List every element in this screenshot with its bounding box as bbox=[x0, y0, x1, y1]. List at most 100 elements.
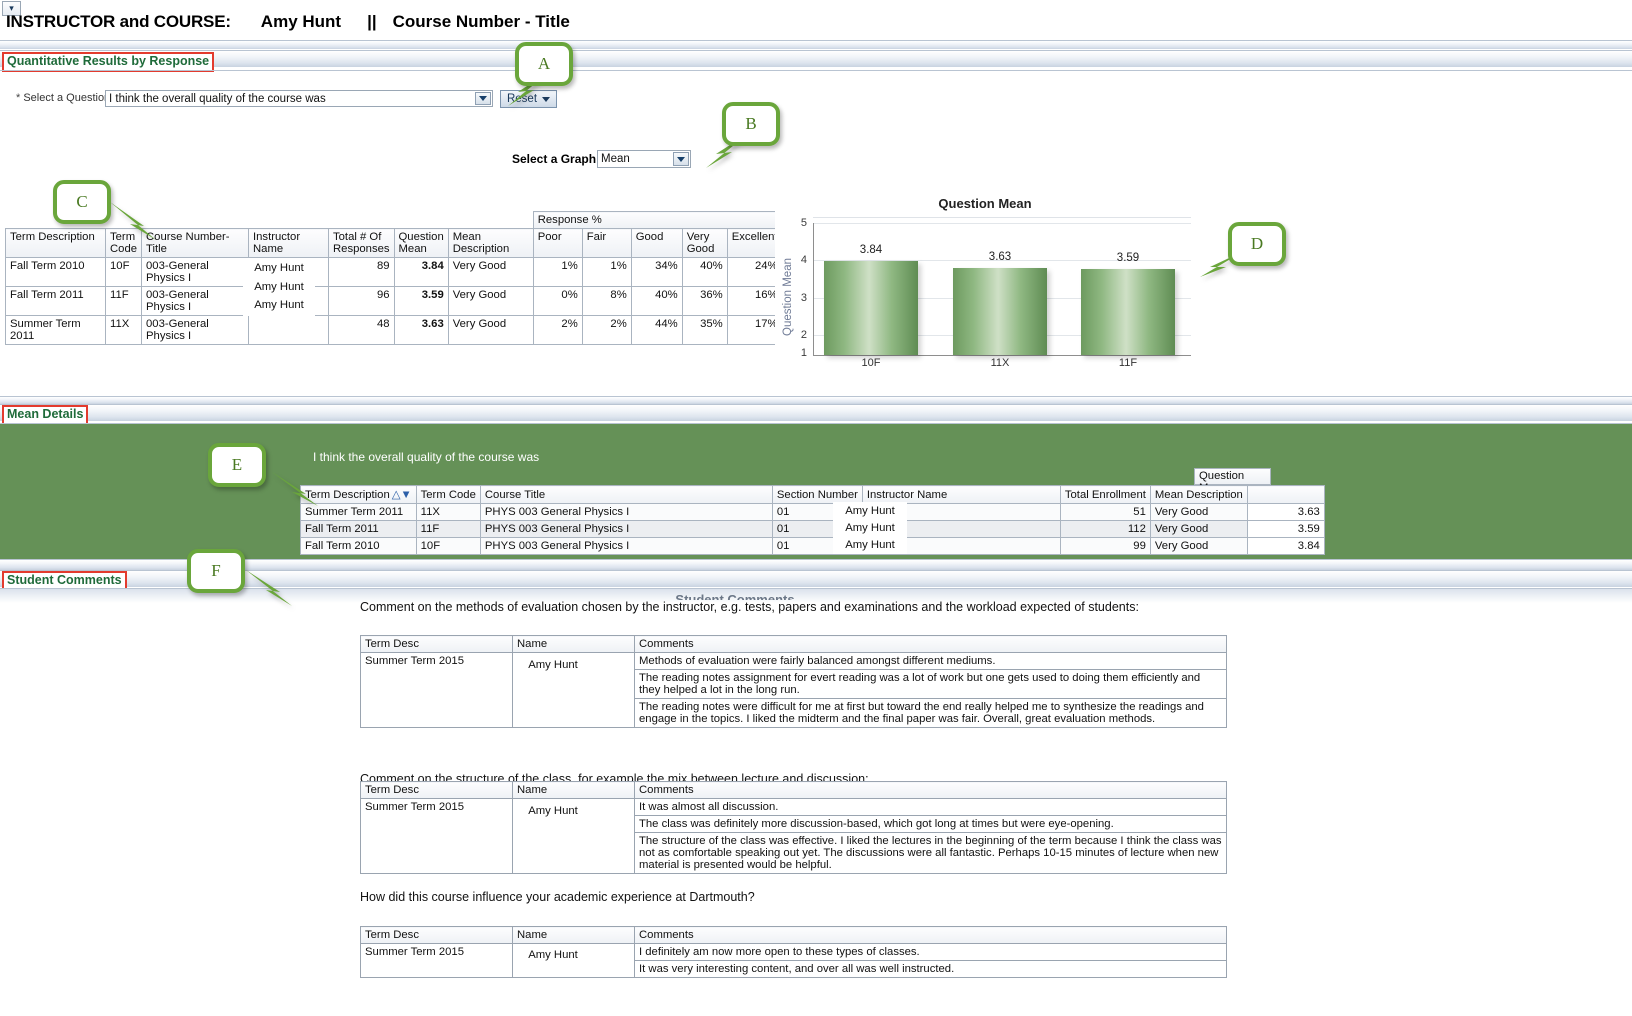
comments-header-row: Term Desc Name Comments bbox=[361, 636, 1227, 653]
quant-band-bottom bbox=[0, 70, 1632, 71]
cell-question-mean: 3.59 bbox=[1247, 521, 1324, 538]
col-term-desc[interactable]: Term Desc bbox=[361, 782, 513, 799]
cell-question-mean: 3.59 bbox=[394, 287, 448, 316]
comments-body-1: Summer Term 2015 Methods of evaluation w… bbox=[361, 653, 1227, 728]
comments-body-2: Summer Term 2015 It was almost all discu… bbox=[361, 799, 1227, 874]
col-name[interactable]: Name bbox=[513, 927, 635, 944]
instructor-name-overlay: Amy Hunt bbox=[243, 258, 315, 279]
table-row: Summer Term 2015 It was almost all discu… bbox=[361, 799, 1227, 816]
chart-bar[interactable] bbox=[824, 261, 918, 355]
chart-bar[interactable] bbox=[1081, 269, 1175, 355]
cell-term-desc: Summer Term 2015 bbox=[361, 944, 513, 978]
cell-total-enrollment: 112 bbox=[1060, 521, 1150, 538]
cell-question-mean: 3.84 bbox=[394, 258, 448, 287]
chart-x-axis bbox=[813, 355, 1191, 356]
cell-comment: The reading notes assignment for evert r… bbox=[635, 670, 1227, 699]
col-fair[interactable]: Fair bbox=[582, 229, 631, 258]
chart-bar[interactable] bbox=[953, 268, 1047, 355]
comments-header-row: Term Desc Name Comments bbox=[361, 782, 1227, 799]
col-mean-description[interactable]: Mean Description bbox=[1150, 486, 1247, 504]
graph-dropdown[interactable]: Mean bbox=[597, 150, 691, 168]
cell-comment: The structure of the class was effective… bbox=[635, 833, 1227, 874]
cell-course-title: PHYS 003 General Physics I bbox=[480, 521, 772, 538]
cell-term-description: Summer Term 2011 bbox=[6, 316, 106, 345]
cell-term-description: Fall Term 2011 bbox=[301, 521, 417, 538]
col-comments[interactable]: Comments bbox=[635, 782, 1227, 799]
callout-c-label: C bbox=[76, 192, 87, 212]
table-row: Summer Term 2011 11X 003-General Physics… bbox=[6, 316, 783, 345]
chart-y-tick: 3 bbox=[793, 292, 807, 304]
col-total-enrollment[interactable]: Total Enrollment bbox=[1060, 486, 1150, 504]
quant-band bbox=[0, 51, 1632, 67]
comments-body-3: Summer Term 2015 I definitely am now mor… bbox=[361, 944, 1227, 978]
cell-comment: It was almost all discussion. bbox=[635, 799, 1227, 816]
instructor-name-overlay: Amy Hunt bbox=[833, 536, 907, 554]
col-question-mean[interactable]: Question Mean bbox=[394, 229, 448, 258]
cell-course: 003-General Physics I bbox=[142, 287, 249, 316]
header-label: INSTRUCTOR and COURSE: bbox=[6, 12, 231, 32]
graph-dropdown-value: Mean bbox=[601, 153, 630, 165]
question-dropdown[interactable]: I think the overall quality of the cours… bbox=[105, 90, 493, 107]
col-comments[interactable]: Comments bbox=[635, 636, 1227, 653]
header-separator: || bbox=[367, 12, 377, 32]
chart-x-tick: 11F bbox=[1081, 357, 1175, 369]
select-question-label: * Select a Question bbox=[16, 92, 110, 104]
cell-term-desc: Summer Term 2015 bbox=[361, 799, 513, 874]
chart-top-rule bbox=[813, 217, 1191, 218]
cell-term-description: Fall Term 2011 bbox=[6, 287, 106, 316]
cell-very-good: 36% bbox=[682, 287, 727, 316]
cell-poor: 2% bbox=[533, 316, 582, 345]
report-page: ▾ INSTRUCTOR and COURSE: Amy Hunt || Cou… bbox=[0, 0, 1632, 1016]
cell-mean-description: Very Good bbox=[1150, 538, 1247, 555]
col-instructor-name[interactable]: Instructor Name bbox=[862, 486, 1060, 504]
col-course-title[interactable]: Course Title bbox=[480, 486, 772, 504]
col-term-desc[interactable]: Term Desc bbox=[361, 636, 513, 653]
col-question-mean-values[interactable] bbox=[1247, 486, 1324, 504]
chevron-down-icon[interactable] bbox=[673, 152, 689, 166]
col-comments[interactable]: Comments bbox=[635, 927, 1227, 944]
cell-comment: It was very interesting content, and ove… bbox=[635, 961, 1227, 978]
chart-y-tick: 5 bbox=[793, 217, 807, 229]
col-term-code[interactable]: Term Code bbox=[416, 486, 480, 504]
col-mean-description[interactable]: Mean Description bbox=[448, 229, 533, 258]
mean-details-body: Summer Term 2011 11X PHYS 003 General Ph… bbox=[301, 504, 1325, 555]
cell-term-code: 11F bbox=[416, 521, 480, 538]
comments-table-2: Term Desc Name Comments Summer Term 2015… bbox=[360, 781, 1227, 874]
mean-details-header-row: Term Description△▼ Term Code Course Titl… bbox=[301, 486, 1325, 504]
callout-e-label: E bbox=[232, 455, 242, 475]
select-graph-label: Select a Graph: bbox=[512, 152, 600, 166]
required-marker: * bbox=[16, 92, 20, 104]
cell-mean-description: Very Good bbox=[448, 258, 533, 287]
col-poor[interactable]: Poor bbox=[533, 229, 582, 258]
callout-b-label: B bbox=[745, 114, 756, 134]
col-total-responses[interactable]: Total # Of Responses bbox=[329, 229, 395, 258]
student-comments-ghost-title: Student Comments bbox=[605, 592, 865, 600]
col-excellent[interactable]: Excellent bbox=[727, 229, 782, 258]
cell-responses: 96 bbox=[329, 287, 395, 316]
table-row: Fall Term 2010 10F PHYS 003 General Phys… bbox=[301, 538, 1325, 555]
sort-ascending-descending-icon[interactable]: △▼ bbox=[392, 488, 412, 501]
col-name[interactable]: Name bbox=[513, 636, 635, 653]
cell-poor: 1% bbox=[533, 258, 582, 287]
cell-comment: I definitely am now more open to these t… bbox=[635, 944, 1227, 961]
table-row: Summer Term 2011 11X PHYS 003 General Ph… bbox=[301, 504, 1325, 521]
col-name[interactable]: Name bbox=[513, 782, 635, 799]
cell-course-title: PHYS 003 General Physics I bbox=[480, 538, 772, 555]
cell-term-code: 11X bbox=[106, 316, 142, 345]
col-very-good[interactable]: Very Good bbox=[682, 229, 727, 258]
cell-total-enrollment: 51 bbox=[1060, 504, 1150, 521]
chart-x-tick: 11X bbox=[953, 357, 1047, 369]
table-row: Fall Term 2011 11F PHYS 003 General Phys… bbox=[301, 521, 1325, 538]
col-term-desc[interactable]: Term Desc bbox=[361, 927, 513, 944]
col-term-description[interactable]: Term Description bbox=[6, 229, 106, 258]
cell-excellent: 16% bbox=[727, 287, 782, 316]
col-instructor-name[interactable]: Instructor Name bbox=[249, 229, 329, 258]
table-row: Fall Term 2011 11F 003-General Physics I… bbox=[6, 287, 783, 316]
col-section-number[interactable]: Section Number bbox=[772, 486, 862, 504]
chart-bar-value: 3.59 bbox=[1081, 252, 1175, 264]
table-row: Fall Term 2010 10F 003-General Physics I… bbox=[6, 258, 783, 287]
chart-bar-value: 3.63 bbox=[953, 251, 1047, 263]
comments-table-3: Term Desc Name Comments Summer Term 2015… bbox=[360, 926, 1227, 978]
cell-good: 44% bbox=[631, 316, 682, 345]
col-good[interactable]: Good bbox=[631, 229, 682, 258]
